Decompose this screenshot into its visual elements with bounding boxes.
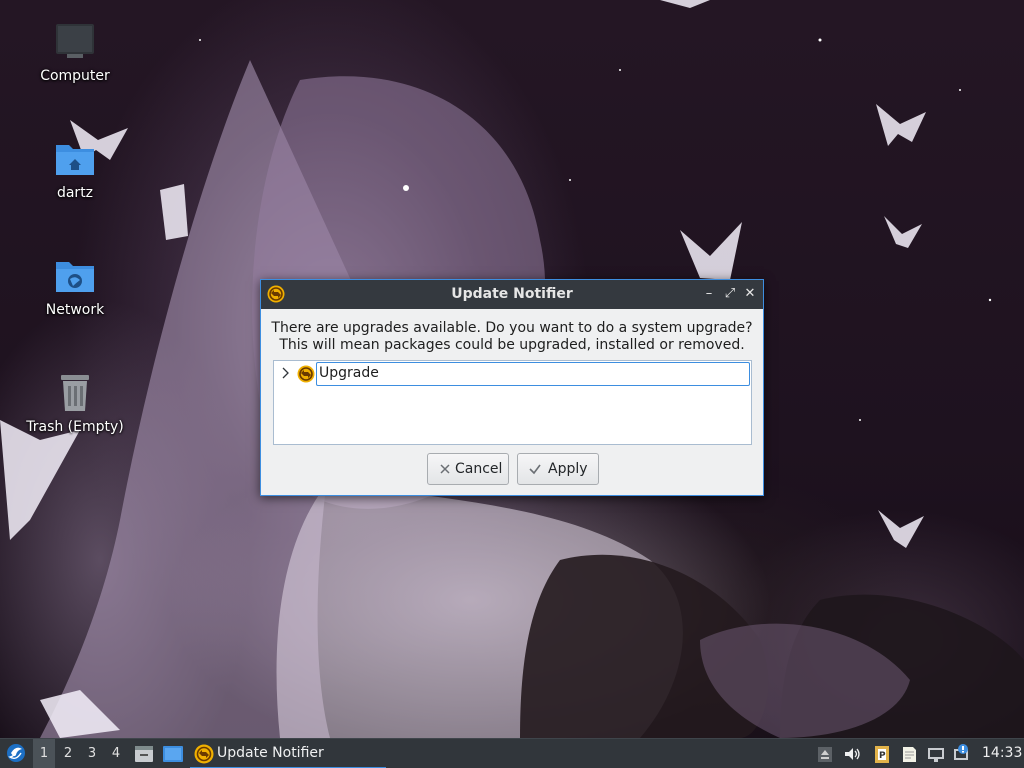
update-tray-icon[interactable]: [952, 744, 972, 764]
taskbar-task-update-notifier[interactable]: Update Notifier: [190, 739, 386, 768]
home-folder-icon: [53, 139, 97, 179]
show-desktop-icon: [163, 746, 183, 762]
upgrade-tree-view[interactable]: Upgrade: [273, 360, 752, 445]
volume-icon[interactable]: [842, 744, 862, 764]
file-manager-icon: [135, 746, 153, 762]
desktop-icon-trash[interactable]: Trash (Empty): [20, 373, 130, 435]
computer-icon: [53, 22, 97, 62]
desktop-icon-label: Trash (Empty): [26, 419, 124, 435]
tree-item-upgrade[interactable]: Upgrade: [275, 362, 750, 386]
workspace-2[interactable]: 2: [57, 739, 79, 768]
apply-label: Apply: [548, 461, 588, 477]
network-folder-icon: [53, 256, 97, 296]
taskbar: 1 2 3 4 Update Notifier P 14:33: [0, 738, 1024, 768]
start-menu-button[interactable]: [3, 739, 29, 768]
selection-highlight: [316, 362, 750, 386]
cancel-icon: [438, 462, 452, 476]
desktop-icon-network[interactable]: Network: [20, 256, 130, 318]
cancel-button[interactable]: Cancel: [427, 453, 509, 485]
desktop-icon-label: Computer: [40, 68, 110, 84]
dialog-titlebar[interactable]: Update Notifier – ⤢ ✕: [261, 280, 763, 309]
task-label: Update Notifier: [217, 745, 324, 761]
tree-item-label: Upgrade: [319, 365, 379, 381]
clock[interactable]: 14:33: [982, 745, 1022, 761]
minimize-icon[interactable]: –: [700, 285, 718, 303]
notes-icon[interactable]: [899, 744, 919, 764]
maximize-icon[interactable]: ⤢: [721, 285, 739, 303]
start-menu-icon: [7, 744, 25, 762]
checkmark-icon: [528, 462, 542, 476]
message-line-2: This will mean packages could be upgrade…: [279, 337, 745, 353]
update-notifier-icon: [194, 744, 214, 764]
update-icon: [297, 365, 315, 383]
desktop-icon-label: dartz: [56, 185, 94, 201]
apply-button[interactable]: Apply: [517, 453, 599, 485]
workspace-4[interactable]: 4: [105, 739, 127, 768]
cancel-label: Cancel: [455, 461, 503, 477]
update-notifier-dialog: Update Notifier – ⤢ ✕ There are upgrades…: [260, 279, 764, 496]
desktop-icon-label: Network: [45, 302, 105, 318]
close-icon[interactable]: ✕: [741, 285, 759, 303]
eject-icon[interactable]: [815, 744, 835, 764]
svg-text:P: P: [879, 751, 886, 761]
workspace-3[interactable]: 3: [81, 739, 103, 768]
file-manager-launcher[interactable]: [133, 739, 155, 768]
dialog-message: There are upgrades available. Do you wan…: [261, 309, 763, 354]
show-desktop-button[interactable]: [161, 739, 185, 768]
dialog-title: Update Notifier: [451, 286, 573, 302]
clipboard-icon[interactable]: P: [872, 744, 892, 764]
chevron-right-icon[interactable]: [281, 366, 291, 380]
message-line-1: There are upgrades available. Do you wan…: [271, 320, 753, 336]
desktop-icon-home-folder[interactable]: dartz: [20, 139, 130, 201]
desktop-icon-computer[interactable]: Computer: [20, 22, 130, 84]
network-icon[interactable]: [926, 744, 946, 764]
trash-icon: [53, 373, 97, 413]
workspace-1[interactable]: 1: [33, 739, 55, 768]
